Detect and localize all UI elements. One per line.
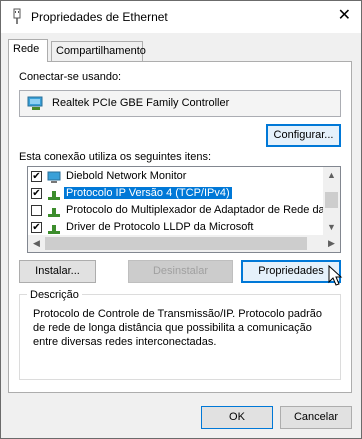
close-icon[interactable]: ✕	[338, 7, 351, 25]
properties-button[interactable]: Propriedades	[241, 260, 341, 283]
tab-rede[interactable]: Rede	[8, 39, 48, 62]
scroll-down-icon[interactable]: ▼	[323, 219, 340, 236]
checkbox[interactable]: ✔	[31, 222, 42, 233]
description-text: Protocolo de Controle de Transmissão/IP.…	[33, 307, 333, 349]
protocol-icon	[48, 191, 60, 200]
components-list[interactable]: ✔ Diebold Network Monitor ✔ Protocolo IP…	[27, 166, 341, 253]
mouse-cursor-icon	[328, 265, 343, 286]
vertical-scroll-thumb[interactable]	[325, 192, 338, 208]
item-label: Protocolo do Multiplexador de Adaptador …	[66, 204, 337, 216]
install-button-label: Instalar...	[35, 265, 80, 277]
configure-button-label: Configurar...	[273, 129, 334, 141]
network-monitor-icon	[47, 171, 61, 183]
description-line: entre diversas redes interconectadas.	[33, 336, 217, 348]
connect-using-label: Conectar-se usando:	[19, 71, 122, 83]
list-item[interactable]: Protocolo do Multiplexador de Adaptador …	[28, 203, 337, 220]
cancel-button-label: Cancelar	[293, 411, 339, 423]
protocol-icon	[48, 225, 60, 234]
adapter-name: Realtek PCIe GBE Family Controller	[52, 97, 230, 109]
horizontal-scroll-thumb[interactable]	[45, 237, 307, 250]
protocol-icon	[48, 208, 60, 217]
scroll-left-icon[interactable]: ◀	[28, 235, 45, 252]
cancel-button[interactable]: Cancelar	[280, 406, 352, 429]
ok-button[interactable]: OK	[201, 406, 273, 429]
scroll-up-icon[interactable]: ▲	[323, 167, 340, 184]
scroll-right-icon[interactable]: ▶	[323, 235, 340, 252]
description-line: de rede de longa distância que possibili…	[33, 322, 312, 334]
checkbox[interactable]: ✔	[31, 171, 42, 182]
tab-label: Compartilhamento	[56, 45, 146, 57]
item-label: Driver de Protocolo LLDP da Microsoft	[66, 221, 254, 233]
checkbox[interactable]: ✔	[31, 188, 42, 199]
horizontal-scrollbar[interactable]: ◀ ▶	[28, 235, 340, 252]
checkbox[interactable]	[31, 205, 42, 216]
title-bar: Propriedades de Ethernet ✕	[1, 1, 361, 33]
network-adapter-icon	[13, 8, 21, 24]
install-button[interactable]: Instalar...	[19, 260, 96, 283]
items-label: Esta conexão utiliza os seguintes itens:	[19, 151, 212, 163]
window-title: Propriedades de Ethernet	[31, 10, 168, 24]
configure-button[interactable]: Configurar...	[266, 124, 341, 147]
uninstall-button-label: Desinstalar	[152, 265, 209, 277]
list-item[interactable]: ✔ Protocolo IP Versão 4 (TCP/IPv4)	[28, 186, 324, 203]
network-adapter-icon	[27, 96, 43, 110]
tab-compartilhamento[interactable]: Compartilhamento	[51, 41, 146, 61]
item-label: Diebold Network Monitor	[66, 170, 187, 182]
tab-label: Rede	[13, 43, 40, 55]
uninstall-button[interactable]: Desinstalar	[128, 260, 233, 283]
properties-button-label: Propriedades	[258, 265, 324, 277]
description-label: Descrição	[27, 289, 82, 301]
vertical-scrollbar[interactable]: ▲ ▼	[323, 167, 340, 236]
adapter-field: Realtek PCIe GBE Family Controller	[19, 90, 341, 117]
description-line: Protocolo de Controle de Transmissão/IP.…	[33, 308, 323, 320]
list-item[interactable]: ✔ Diebold Network Monitor	[28, 169, 324, 186]
item-label: Protocolo IP Versão 4 (TCP/IPv4)	[64, 187, 232, 199]
ok-button-label: OK	[229, 411, 245, 423]
